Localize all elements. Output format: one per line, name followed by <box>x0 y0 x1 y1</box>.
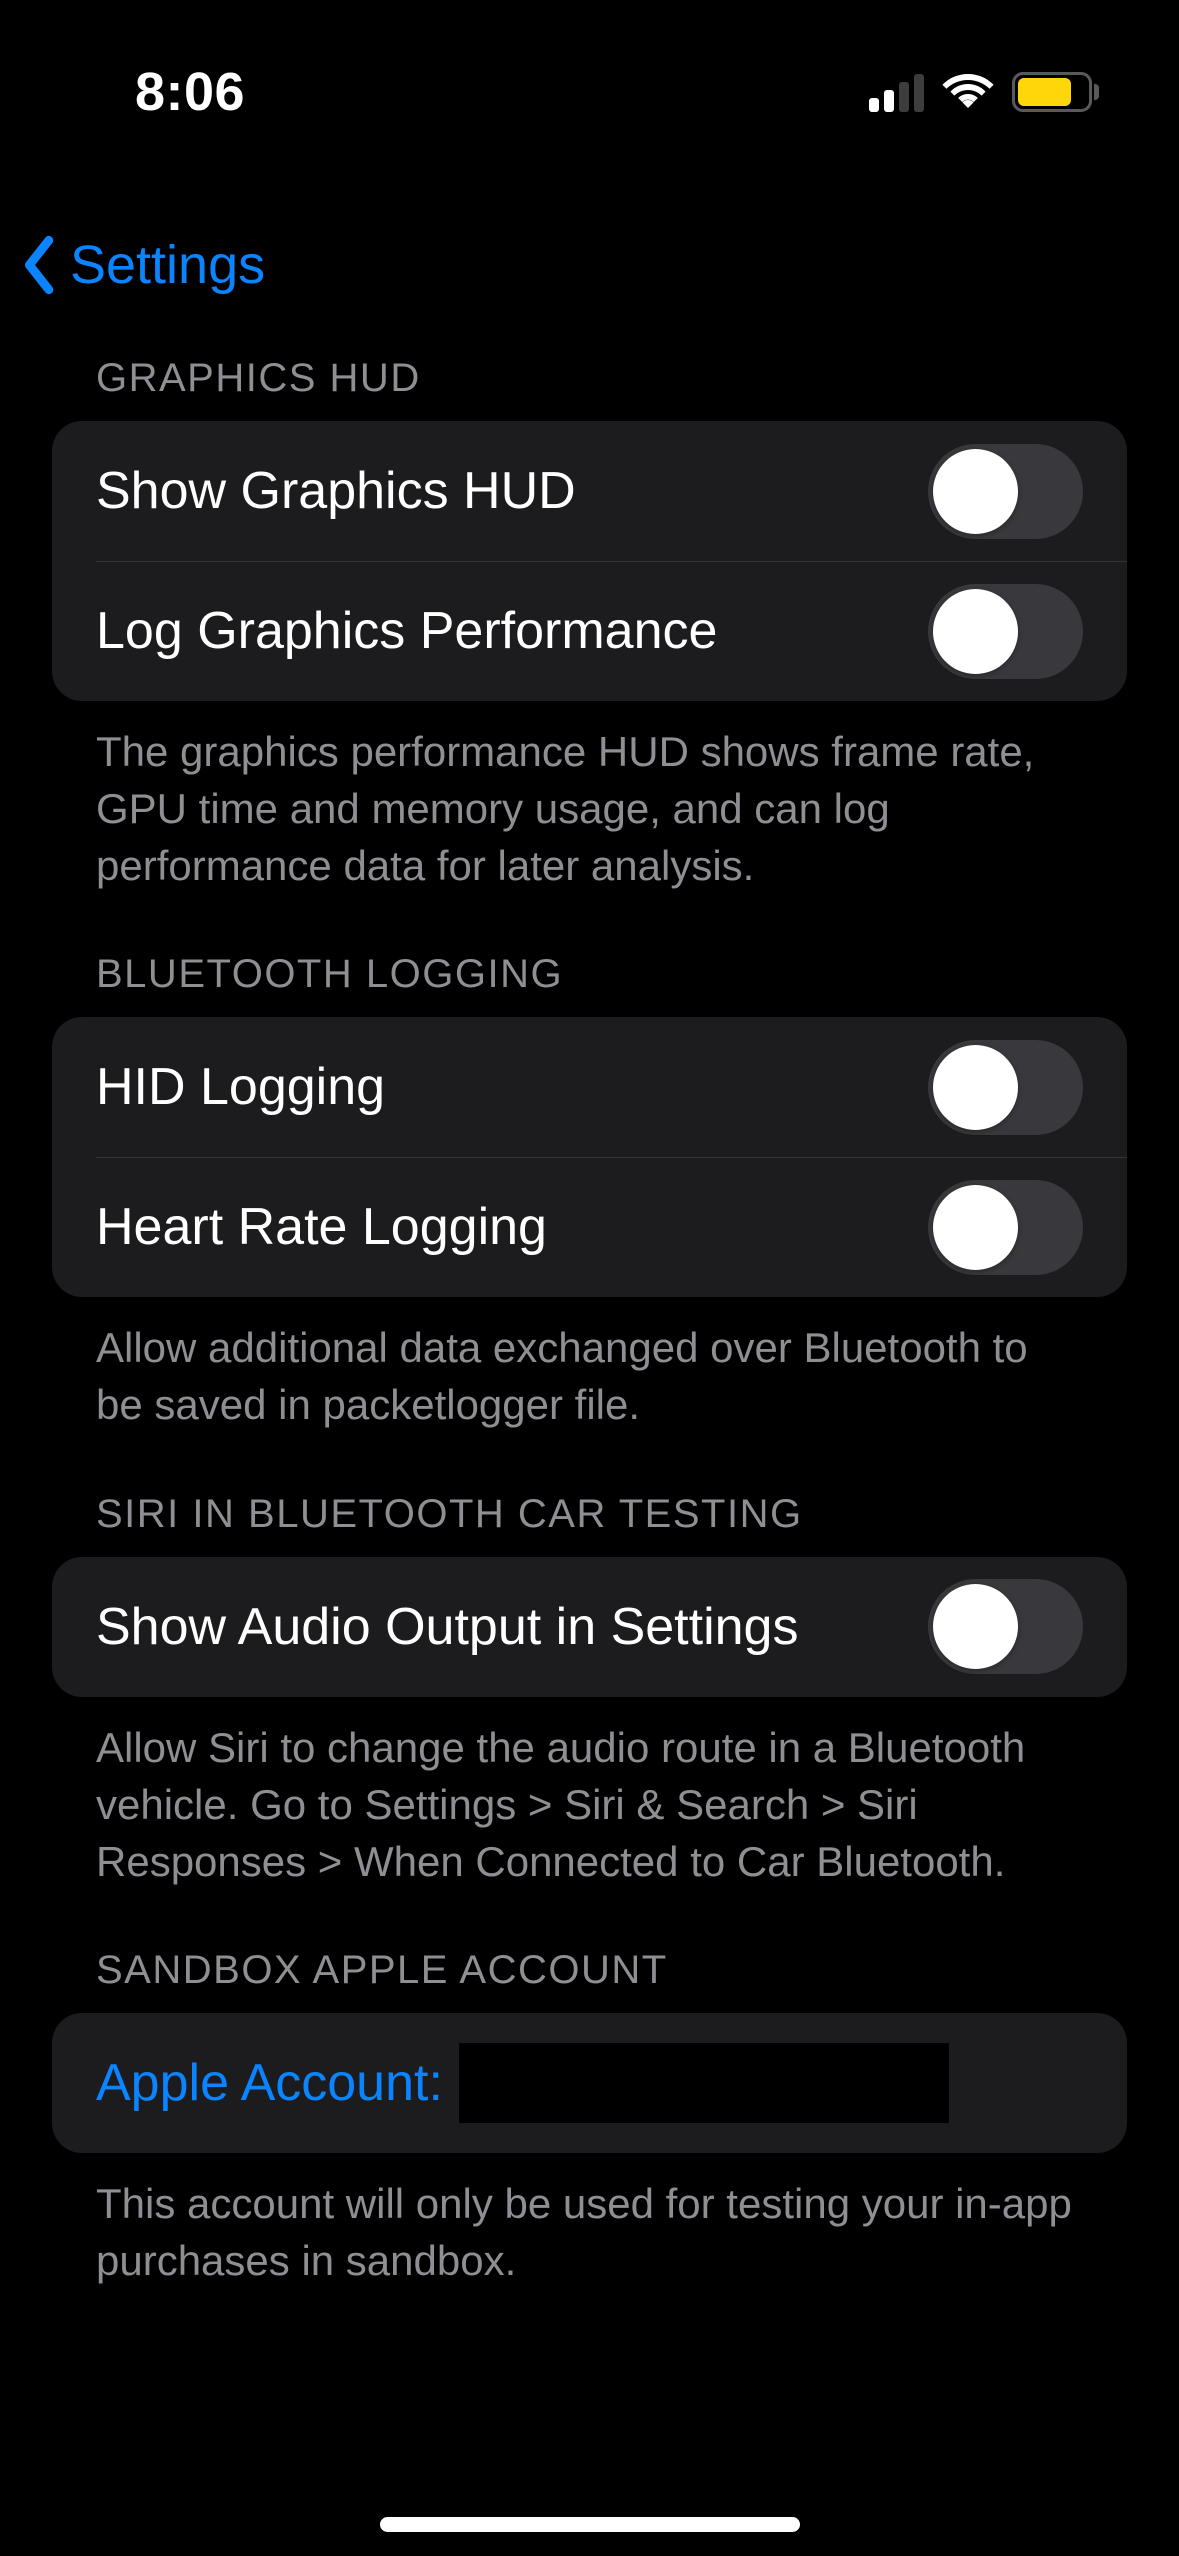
nav-bar: Settings <box>0 210 1179 320</box>
row-show-audio-output: Show Audio Output in Settings <box>52 1557 1127 1697</box>
row-apple-account[interactable]: Apple Account: <box>52 2013 1127 2153</box>
section-header-graphics-hud: GRAPHICS HUD <box>52 326 1127 421</box>
back-label: Settings <box>70 234 265 296</box>
group-bluetooth-logging: HID Logging Heart Rate Logging <box>52 1017 1127 1297</box>
apple-account-value-redacted <box>459 2043 949 2123</box>
row-label: Heart Rate Logging <box>96 1197 928 1257</box>
row-log-graphics-performance: Log Graphics Performance <box>52 561 1127 701</box>
row-show-graphics-hud: Show Graphics HUD <box>52 421 1127 561</box>
row-label: Show Graphics HUD <box>96 461 928 521</box>
group-sandbox-account: Apple Account: <box>52 2013 1127 2153</box>
apple-account-label: Apple Account: <box>96 2053 443 2113</box>
row-label-apple-account: Apple Account: <box>96 2043 1083 2123</box>
status-bar: 8:06 <box>0 0 1179 150</box>
settings-content[interactable]: GRAPHICS HUD Show Graphics HUD Log Graph… <box>0 326 1179 2556</box>
chevron-left-icon <box>20 235 60 295</box>
switch-heart-rate-logging[interactable] <box>928 1180 1083 1275</box>
section-header-bluetooth-logging: BLUETOOTH LOGGING <box>52 894 1127 1017</box>
switch-show-graphics-hud[interactable] <box>928 444 1083 539</box>
switch-show-audio-output[interactable] <box>928 1579 1083 1674</box>
row-hid-logging: HID Logging <box>52 1017 1127 1157</box>
group-graphics-hud: Show Graphics HUD Log Graphics Performan… <box>52 421 1127 701</box>
row-label: Show Audio Output in Settings <box>96 1597 928 1657</box>
row-label: HID Logging <box>96 1057 928 1117</box>
battery-icon <box>1012 72 1099 112</box>
section-footer-graphics-hud: The graphics performance HUD shows frame… <box>52 701 1127 894</box>
section-header-siri-car: SIRI IN BLUETOOTH CAR TESTING <box>52 1434 1127 1557</box>
group-siri-car: Show Audio Output in Settings <box>52 1557 1127 1697</box>
section-footer-sandbox-account: This account will only be used for testi… <box>52 2153 1127 2289</box>
back-button[interactable]: Settings <box>20 234 265 296</box>
section-header-sandbox-account: SANDBOX APPLE ACCOUNT <box>52 1890 1127 2013</box>
section-footer-siri-car: Allow Siri to change the audio route in … <box>52 1697 1127 1890</box>
home-indicator[interactable] <box>380 2517 800 2532</box>
section-footer-bluetooth-logging: Allow additional data exchanged over Blu… <box>52 1297 1127 1433</box>
cellular-icon <box>869 72 924 112</box>
switch-hid-logging[interactable] <box>928 1040 1083 1135</box>
status-indicators <box>869 38 1099 112</box>
row-heart-rate-logging: Heart Rate Logging <box>52 1157 1127 1297</box>
status-time: 8:06 <box>0 27 245 123</box>
switch-log-graphics-performance[interactable] <box>928 584 1083 679</box>
wifi-icon <box>942 73 994 111</box>
row-label: Log Graphics Performance <box>96 601 928 661</box>
